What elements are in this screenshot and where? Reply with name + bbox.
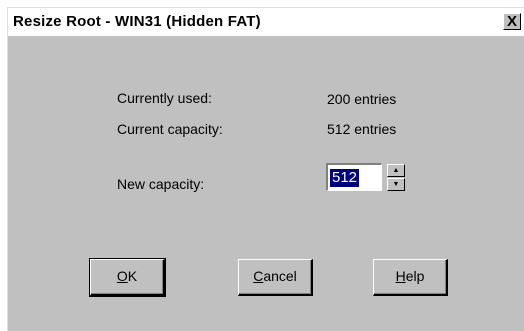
ok-mnemonic: O <box>116 268 128 284</box>
currently-used-label: Currently used: <box>117 90 212 106</box>
new-capacity-spinner[interactable]: 512 ▲ ▼ <box>326 163 416 191</box>
arrow-up-icon: ▲ <box>392 167 400 174</box>
dialog-title: Resize Root - WIN31 (Hidden FAT) <box>13 13 261 30</box>
ok-button[interactable]: OK <box>89 258 166 297</box>
currently-used-value: 200 entries <box>327 91 397 107</box>
cancel-label-rest: ancel <box>263 268 297 284</box>
cancel-mnemonic: C <box>253 268 264 284</box>
new-capacity-label: New capacity: <box>117 176 205 192</box>
help-mnemonic: H <box>395 268 406 284</box>
arrow-down-icon: ▼ <box>392 181 400 188</box>
current-capacity-label: Current capacity: <box>117 121 223 137</box>
help-button[interactable]: Help <box>373 259 448 296</box>
close-button[interactable]: X <box>503 13 521 30</box>
help-label-rest: elp <box>405 268 425 284</box>
new-capacity-value: 512 <box>330 169 360 187</box>
cancel-button[interactable]: Cancel <box>238 259 313 296</box>
ok-label-rest: K <box>127 268 138 284</box>
resize-root-dialog: Resize Root - WIN31 (Hidden FAT) X Curre… <box>7 7 524 331</box>
current-capacity-value: 512 entries <box>327 121 397 137</box>
spin-up-button[interactable]: ▲ <box>387 164 405 177</box>
spin-down-button[interactable]: ▼ <box>387 178 405 191</box>
title-bar[interactable]: Resize Root - WIN31 (Hidden FAT) X <box>8 8 524 36</box>
new-capacity-input[interactable]: 512 <box>326 163 382 191</box>
